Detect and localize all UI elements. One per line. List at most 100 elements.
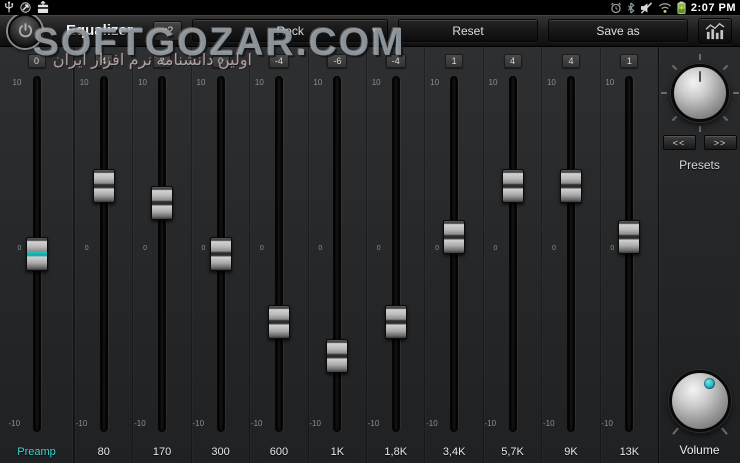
tone-button[interactable] [698,18,732,44]
slider-track[interactable] [275,76,283,432]
scale-bottom-label: -10 [76,419,88,428]
slider-track[interactable] [567,76,575,432]
volume-label: Volume [679,443,719,457]
preset-dropdown[interactable]: Rock ▼ [192,19,388,42]
eq-band-5-7k: 4 10 0 -10 5,7K [483,47,541,463]
eq-band-preamp: 0 10 0 -10 Preamp [0,47,74,463]
knob-tick [699,126,701,132]
scale-top-label: 10 [80,78,89,87]
knob-tick [671,65,677,71]
bars-icon [704,22,726,40]
slider-thumb[interactable] [151,186,173,220]
knob-tick [671,116,677,122]
eq-band-600: -4 10 0 -10 600 [249,47,307,463]
scale-bottom-label: -10 [251,419,263,428]
preamp-multiplier-badge[interactable]: x2 [153,21,183,41]
slider-thumb[interactable] [560,169,582,203]
band-label: 80 [75,446,132,458]
package-icon [37,1,49,14]
slider-track[interactable] [100,76,108,432]
slider-thumb[interactable] [26,237,48,271]
usb-icon [4,1,14,14]
wifi-icon [658,2,672,14]
knob-tick [672,427,679,434]
knob-tick [661,92,667,94]
scale-mid-label: 0 [610,245,614,252]
scale-top-label: 10 [605,78,614,87]
chevron-down-icon: ▼ [370,27,378,35]
slider-thumb[interactable] [443,220,465,254]
presets-label: Presets [679,158,720,172]
band-label: 1K [309,446,366,458]
scale-top-label: 10 [430,78,439,87]
mute-icon [640,2,653,14]
scale-top-label: 10 [13,78,22,87]
toolbar: Equalizer x2 Rock ▼ Reset Save as [0,15,740,47]
eq-band-300: 0 10 0 -10 300 [191,47,249,463]
power-button[interactable] [8,14,42,48]
scale-bottom-label: -10 [134,419,146,428]
clock-label: 2:07 PM [691,2,736,14]
eq-panel: 0 10 0 -10 Preamp 4 10 0 -10 80 3 10 0 -… [0,47,740,463]
knob-tick [733,92,739,94]
eq-band-3-4k: 1 10 0 -10 3,4K [424,47,482,463]
knob-indicator [699,71,701,82]
band-label: 170 [133,446,190,458]
band-label: 13K [601,446,658,458]
power-icon [17,22,34,39]
band-value-badge: -4 [269,54,289,68]
band-label: 3,4K [425,446,482,458]
slider-thumb[interactable] [326,339,348,373]
scale-top-label: 10 [138,78,147,87]
band-label: 5,7K [484,446,541,458]
band-label: 300 [192,446,249,458]
slider-track[interactable] [158,76,166,432]
band-value-badge: 1 [445,54,463,68]
presets-prev-button[interactable]: << [663,135,696,150]
slider-track[interactable] [392,76,400,432]
knob-tick [722,65,728,71]
slider-thumb[interactable] [210,237,232,271]
eq-band-170: 3 10 0 -10 170 [132,47,190,463]
battery-icon [677,1,686,14]
slider-track[interactable] [509,76,517,432]
slider-track[interactable] [625,76,633,432]
slider-track[interactable] [450,76,458,432]
scale-mid-label: 0 [143,245,147,252]
slider-thumb[interactable] [93,169,115,203]
band-value-badge: 0 [28,54,46,68]
sync-icon [19,1,32,14]
volume-knob[interactable] [669,370,731,432]
scale-top-label: 10 [313,78,322,87]
slider-thumb[interactable] [268,305,290,339]
reset-button[interactable]: Reset [398,19,538,42]
equalizer-screen: 2:07 PM Equalizer x2 Rock ▼ Reset Save a… [0,0,740,463]
presets-knob[interactable] [671,64,729,122]
slider-track[interactable] [333,76,341,432]
scale-bottom-label: -10 [426,419,438,428]
slider-thumb[interactable] [618,220,640,254]
scale-mid-label: 0 [18,245,22,252]
slider-thumb[interactable] [502,169,524,203]
preset-nav-buttons: << >> [663,135,737,150]
volume-knob-wrap [660,361,740,441]
scale-mid-label: 0 [377,245,381,252]
save-as-button[interactable]: Save as [548,19,688,42]
band-value-badge: 1 [620,54,638,68]
eq-band-9k: 4 10 0 -10 9K [541,47,599,463]
scale-mid-label: 0 [260,245,264,252]
eq-band-80: 4 10 0 -10 80 [74,47,132,463]
slider-thumb[interactable] [385,305,407,339]
scale-mid-label: 0 [85,245,89,252]
presets-next-button[interactable]: >> [704,135,737,150]
presets-knob-wrap [662,55,738,131]
scale-mid-label: 0 [494,245,498,252]
scale-bottom-label: -10 [543,419,555,428]
bluetooth-icon [627,2,635,14]
scale-mid-label: 0 [552,245,556,252]
eq-band-1k: -6 10 0 -10 1K [308,47,366,463]
band-value-badge: -6 [327,54,347,68]
band-value-badge: -4 [386,54,406,68]
alarm-icon [610,2,622,14]
eq-band-1-8k: -4 10 0 -10 1,8K [366,47,424,463]
